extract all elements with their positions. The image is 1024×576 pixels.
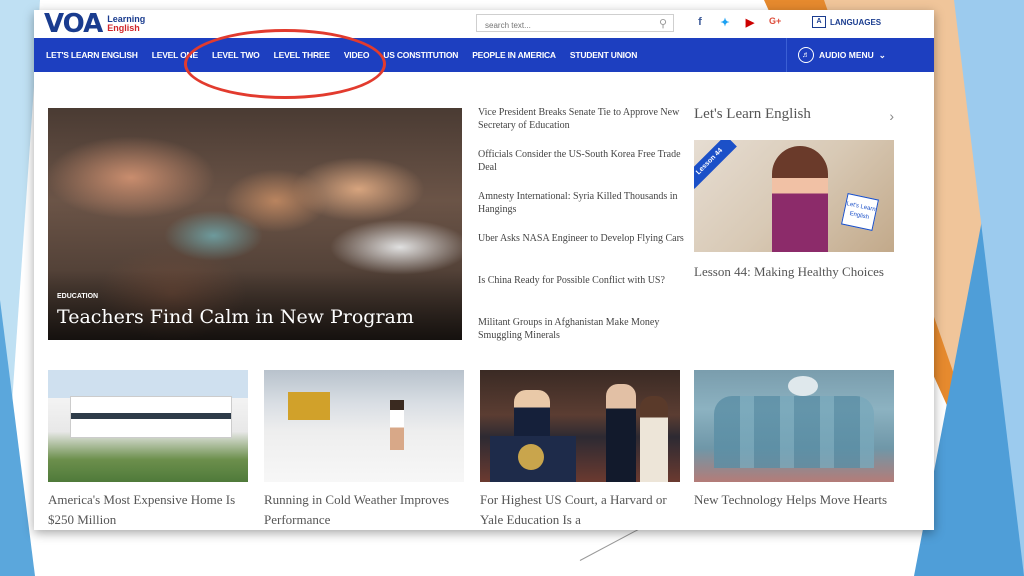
hero-story[interactable]: EDUCATION Teachers Find Calm in New Prog… (48, 108, 462, 340)
audio-menu-button[interactable]: ♬ AUDIO MENU ⌄ (798, 46, 886, 64)
story-caption[interactable]: America's Most Expensive Home Is $250 Mi… (48, 490, 258, 530)
languages-label: LANGUAGES (830, 17, 882, 27)
logo-sub-english: English (107, 23, 140, 33)
search-input[interactable] (483, 17, 647, 34)
lesson-teacher-figure (772, 146, 828, 252)
top-bar: VOA Learning English ⚲ f ✦ ▶ G+ A LANGUA… (34, 10, 934, 38)
speaker-figure (514, 390, 550, 440)
hero-category[interactable]: EDUCATION (57, 293, 98, 300)
nav-student-union[interactable]: STUDENT UNION (570, 50, 637, 60)
story-image-runner[interactable] (264, 370, 464, 482)
runner-shape (390, 400, 404, 450)
news-item[interactable]: Militant Groups in Afghanistan Make Mone… (478, 316, 684, 358)
lets-learn-english-logo: Let's Learn English (841, 193, 879, 231)
languages-button[interactable]: A LANGUAGES (812, 16, 881, 28)
nav-lets-learn-english[interactable]: LET'S LEARN ENGLISH (46, 50, 138, 60)
website-screenshot: VOA Learning English ⚲ f ✦ ▶ G+ A LANGUA… (34, 10, 934, 530)
hero-shade (48, 270, 462, 340)
slide-decoration-left-dark (0, 300, 35, 576)
nav-us-constitution[interactable]: US CONSTITUTION (383, 50, 458, 60)
search-box[interactable]: ⚲ (476, 14, 674, 34)
speaker-icon: ♬ (798, 47, 814, 63)
lesson-caption[interactable]: Lesson 44: Making Healthy Choices (694, 262, 894, 281)
nominee-figure (606, 384, 636, 482)
nav-divider (786, 38, 787, 72)
news-item[interactable]: Is China Ready for Possible Conflict wit… (478, 274, 684, 316)
news-item[interactable]: Officials Consider the US-South Korea Fr… (478, 148, 684, 190)
news-list: Vice President Breaks Senate Tie to Appr… (478, 106, 684, 358)
social-links: f ✦ ▶ G+ (694, 16, 781, 29)
woman-figure (640, 396, 668, 482)
twitter-icon[interactable]: ✦ (719, 16, 731, 29)
surgical-team (714, 396, 874, 468)
nav-people-in-america[interactable]: PEOPLE IN AMERICA (472, 50, 556, 60)
snow-plow-shape (288, 392, 330, 420)
slide-decoration-light-blue (954, 0, 1024, 576)
story-caption[interactable]: For Highest US Court, a Harvard or Yale … (480, 490, 690, 530)
search-icon[interactable]: ⚲ (659, 17, 667, 30)
facebook-icon[interactable]: f (694, 16, 706, 29)
story-image-court[interactable] (480, 370, 680, 482)
chevron-down-icon: ⌄ (878, 49, 886, 60)
lesson-banner: Lesson 44 (694, 140, 737, 189)
house-shape (70, 396, 232, 438)
presidential-seal (518, 444, 544, 470)
story-caption[interactable]: New Technology Helps Move Hearts (694, 490, 904, 510)
hero-title[interactable]: Teachers Find Calm in New Program (57, 306, 414, 328)
news-item[interactable]: Uber Asks NASA Engineer to Develop Flyin… (478, 232, 684, 274)
level-highlight-circle (184, 29, 386, 99)
news-item[interactable]: Vice President Breaks Senate Tie to Appr… (478, 106, 684, 148)
story-image-surgery[interactable] (694, 370, 894, 482)
lets-learn-english-title[interactable]: Let's Learn English (694, 106, 894, 123)
logo-subtitle: Learning English (107, 15, 145, 33)
googleplus-icon[interactable]: G+ (769, 16, 781, 29)
story-caption[interactable]: Running in Cold Weather Improves Perform… (264, 490, 474, 530)
lesson-image[interactable]: Lesson 44 Let's Learn English (694, 140, 894, 252)
story-image-home[interactable] (48, 370, 248, 482)
surgical-light (788, 376, 818, 396)
lets-learn-english-panel: Let's Learn English › Lesson 44 Let's Le… (694, 106, 894, 279)
voa-logo[interactable]: VOA Learning English (44, 10, 145, 39)
chevron-right-icon[interactable]: › (889, 108, 894, 124)
audio-menu-label: AUDIO MENU (819, 50, 874, 60)
logo-text: VOA (44, 10, 103, 39)
languages-icon: A (812, 16, 826, 28)
news-item[interactable]: Amnesty International: Syria Killed Thou… (478, 190, 684, 232)
youtube-icon[interactable]: ▶ (744, 16, 756, 29)
